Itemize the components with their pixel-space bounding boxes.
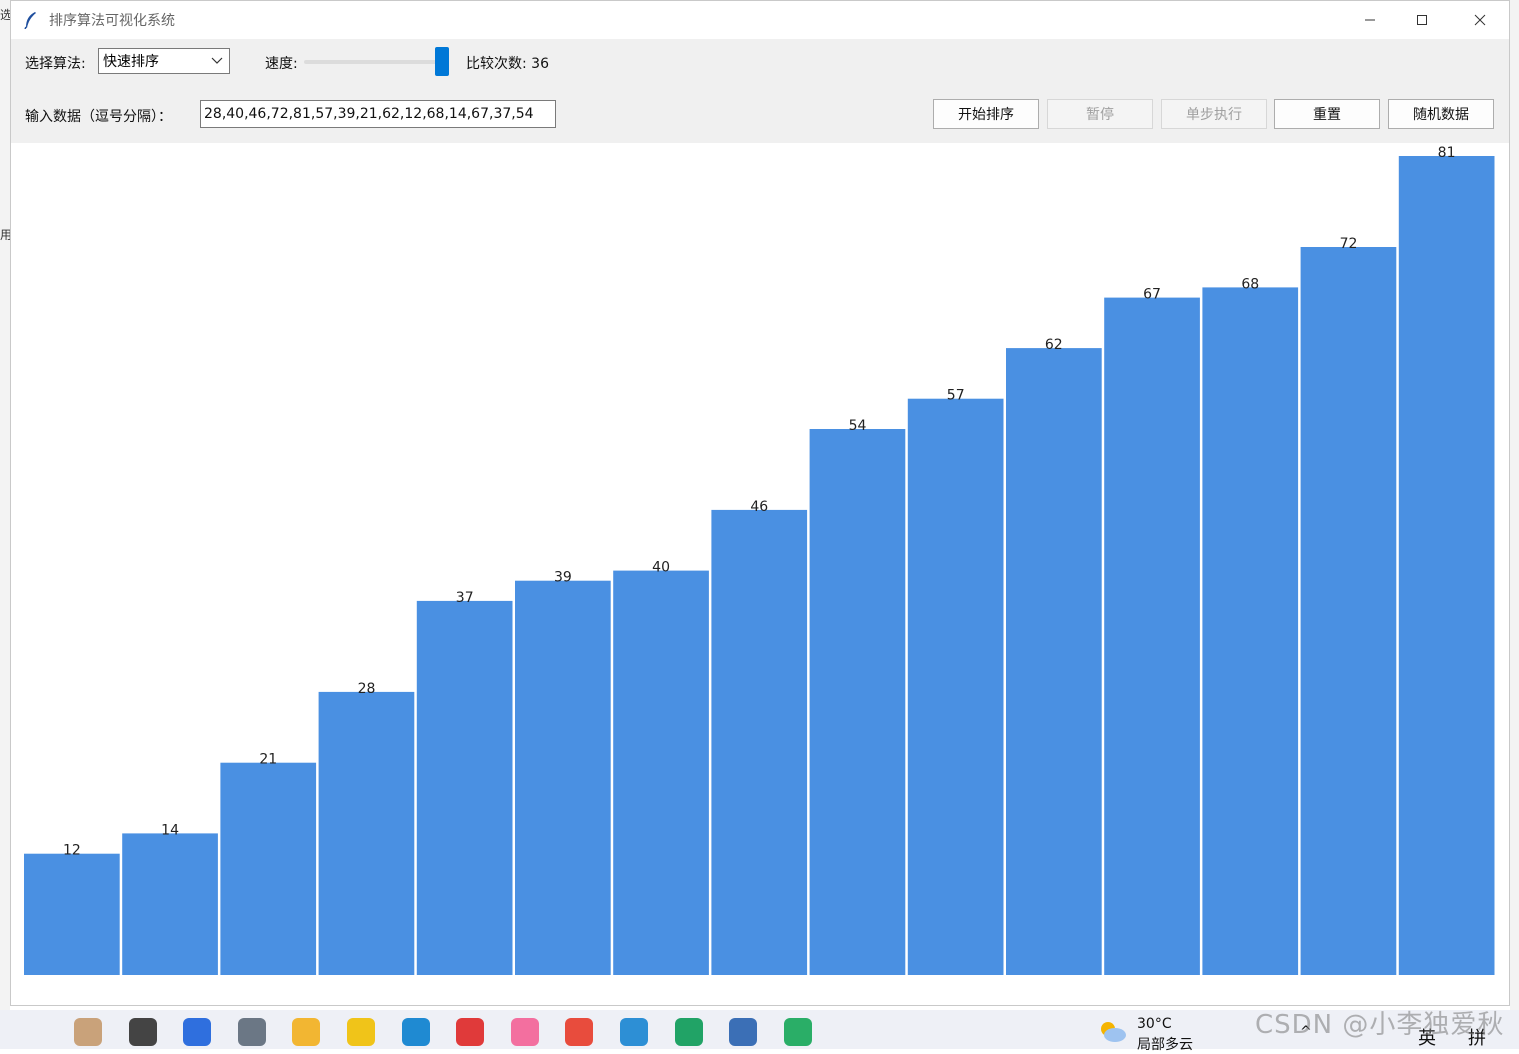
close-icon — [1474, 14, 1486, 26]
bar-label-5: 37 — [456, 590, 474, 606]
bilibili-icon[interactable] — [510, 1018, 539, 1046]
bar-label-15: 81 — [1438, 145, 1456, 161]
minimize-icon — [1365, 19, 1375, 21]
desktop-background-right — [1510, 0, 1519, 1010]
control-row-2: 输入数据（逗号分隔）： 28,40,46,72,81,57,39,21,62,1… — [11, 93, 1509, 137]
bar-1 — [24, 853, 120, 975]
weather-temperature[interactable]: 30°C — [1137, 1016, 1172, 1032]
wechat-icon[interactable] — [783, 1018, 812, 1046]
desktop-background-left: 选 用 — [0, 0, 12, 1010]
bar-14 — [1300, 247, 1397, 975]
feather-icon — [24, 12, 36, 29]
algorithm-select[interactable]: 快速排序 — [98, 48, 230, 74]
music-icon[interactable] — [347, 1018, 375, 1046]
algorithm-label: 选择算法: — [25, 56, 86, 72]
python-icon[interactable] — [729, 1018, 758, 1046]
bar-6 — [515, 580, 611, 975]
bar-label-6: 39 — [554, 570, 572, 586]
window-title: 排序算法可视化系统 — [49, 13, 175, 29]
file-manager-icon[interactable] — [128, 1018, 157, 1046]
bar-5 — [416, 600, 513, 975]
speed-slider-thumb[interactable] — [435, 47, 449, 76]
reset-button[interactable]: 重置 — [1274, 99, 1380, 129]
control-row-1: 选择算法: 快速排序 速度: 比较次数: 36 — [11, 41, 1509, 85]
bar-chart: 12 14 21 28 37 39 40 46 54 57 62 67 68 72 81 — [24, 145, 1495, 976]
algorithm-select-value: 快速排序 — [103, 54, 159, 70]
bar-2 — [122, 833, 218, 975]
folder-icon[interactable] — [292, 1018, 321, 1046]
mail-icon[interactable] — [183, 1018, 212, 1046]
minimize-button[interactable] — [1341, 1, 1399, 39]
bar-4 — [318, 691, 415, 975]
watermark: CSDN @小李独爱秋 — [1255, 1010, 1505, 1040]
weather-icon — [1101, 1022, 1126, 1042]
title-bar[interactable]: 排序算法可视化系统 — [11, 1, 1509, 39]
bar-label-7: 40 — [652, 560, 670, 576]
bar-label-14: 72 — [1340, 236, 1358, 252]
bar-label-11: 62 — [1045, 337, 1063, 353]
bar-15 — [1398, 156, 1495, 975]
edge-icon[interactable] — [401, 1018, 430, 1046]
maximize-button[interactable] — [1393, 1, 1451, 39]
bar-3 — [220, 762, 317, 975]
bar-9 — [809, 429, 906, 975]
bar-label-13: 68 — [1241, 276, 1259, 292]
bar-10 — [907, 398, 1004, 975]
comparison-count: 比较次数: 36 — [466, 56, 549, 72]
bar-13 — [1202, 287, 1299, 975]
bar-label-10: 57 — [947, 388, 965, 404]
cup-icon[interactable] — [74, 1018, 102, 1046]
step-button[interactable]: 单步执行 — [1161, 99, 1267, 129]
bar-label-12: 67 — [1143, 287, 1161, 303]
vscode-icon[interactable] — [620, 1018, 648, 1046]
pause-button[interactable]: 暂停 — [1047, 99, 1153, 129]
bar-7 — [613, 570, 709, 975]
bar-label-2: 14 — [161, 822, 179, 838]
bar-8 — [711, 509, 808, 975]
chevron-down-icon — [211, 57, 223, 64]
weather-description[interactable]: 局部多云 — [1137, 1034, 1193, 1054]
bar-11 — [1006, 348, 1102, 976]
speed-slider-track[interactable] — [304, 60, 444, 64]
bar-label-9: 54 — [849, 418, 867, 434]
bar-label-1: 12 — [63, 843, 81, 859]
start-sort-button[interactable]: 开始排序 — [933, 99, 1039, 129]
data-input-field[interactable]: 28,40,46,72,81,57,39,21,62,12,68,14,67,3… — [200, 100, 556, 128]
visualization-canvas: 12 14 21 28 37 39 40 46 54 57 62 67 68 72 81 — [11, 143, 1509, 1005]
close-button[interactable] — [1451, 1, 1509, 39]
red-app-icon[interactable] — [565, 1018, 594, 1046]
bar-label-4: 28 — [358, 681, 376, 697]
speed-label: 速度: — [265, 56, 298, 72]
calculator-icon[interactable] — [237, 1018, 266, 1046]
bar-label-8: 46 — [750, 499, 768, 515]
bar-label-3: 21 — [259, 752, 277, 768]
maximize-icon — [1417, 15, 1427, 25]
wps-icon[interactable] — [456, 1018, 485, 1046]
app-window: 排序算法可视化系统 选择算法: 快速排序 速度: 比较次数: 36 输入数据（逗… — [10, 0, 1510, 1006]
green-s-icon[interactable] — [674, 1018, 703, 1046]
bar-12 — [1104, 297, 1200, 976]
input-data-label: 输入数据（逗号分隔）： — [25, 109, 172, 125]
random-data-button[interactable]: 随机数据 — [1388, 99, 1494, 129]
